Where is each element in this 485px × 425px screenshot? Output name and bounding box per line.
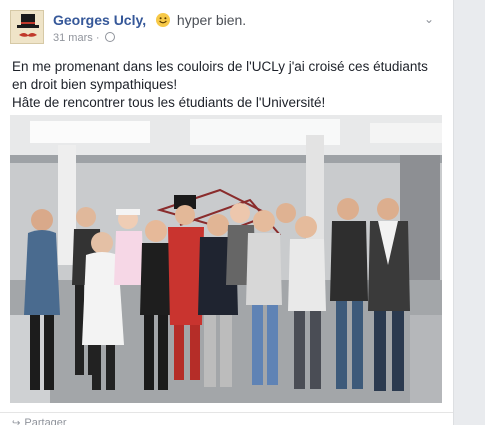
share-label: Partager	[24, 417, 67, 425]
post-card: Georges Ucly, hyper bien. 31 mars · ⌄ En…	[0, 0, 454, 425]
chevron-down-icon[interactable]: ⌄	[420, 10, 438, 28]
globe-icon[interactable]	[104, 32, 115, 42]
post-date[interactable]: 31 mars	[53, 32, 93, 44]
author-line: Georges Ucly, hyper bien.	[53, 12, 246, 28]
post-header: Georges Ucly, hyper bien. 31 mars · ⌄	[10, 10, 440, 50]
share-arrow-icon: ↪	[12, 418, 21, 425]
post-body-line-2: Hâte de rencontrer tous les étudiants de…	[12, 95, 326, 110]
smiley-icon	[156, 13, 171, 27]
meta-separator: ·	[95, 32, 100, 44]
post-meta: 31 mars ·	[53, 32, 115, 44]
post-photo[interactable]	[10, 115, 442, 403]
post-body: En me promenant dans les couloirs de l'U…	[12, 58, 440, 112]
feeling-text: hyper bien.	[176, 12, 247, 28]
post-body-line-1: En me promenant dans les couloirs de l'U…	[12, 59, 428, 92]
share-button[interactable]: ↪ Partager	[12, 417, 67, 425]
author-name[interactable]: Georges Ucly,	[53, 12, 146, 28]
avatar[interactable]	[10, 10, 44, 44]
post-footer: ↪ Partager	[0, 412, 453, 425]
